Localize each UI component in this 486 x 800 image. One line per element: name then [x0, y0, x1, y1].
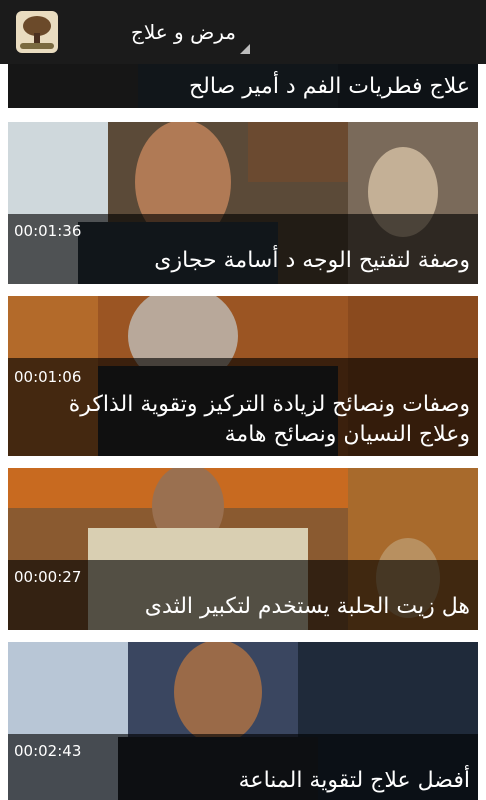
video-title: وصفات ونصائح لزيادة التركيز وتقوية الذاك… [68, 392, 470, 447]
video-title: هل زيت الحلبة يستخدم لتكبير الثدى [144, 594, 470, 619]
video-title: أفضل علاج لتقوية المناعة [238, 768, 470, 793]
video-duration: 00:01:36 [14, 222, 82, 240]
ground-shape [20, 43, 54, 49]
video-list[interactable]: علاج فطريات الفم د أمير صالح 00:01:36 وص… [0, 64, 486, 800]
video-card[interactable]: 00:01:36 وصفة لتفتيح الوجه د أسامة حجازى [8, 122, 478, 284]
video-duration: 00:00:27 [14, 568, 82, 586]
video-duration: 00:02:43 [14, 742, 82, 760]
video-title: وصفة لتفتيح الوجه د أسامة حجازى [154, 248, 470, 273]
video-title: علاج فطريات الفم د أمير صالح [188, 74, 470, 99]
video-card[interactable]: 00:02:43 أفضل علاج لتقوية المناعة [8, 642, 478, 800]
dropdown-indicator-icon[interactable] [240, 44, 250, 54]
video-card[interactable]: 00:00:27 هل زيت الحلبة يستخدم لتكبير الث… [8, 468, 478, 630]
action-bar: مرض و علاج [0, 0, 486, 64]
video-card[interactable]: 00:01:06 وصفات ونصائح لزيادة التركيز وتق… [8, 296, 478, 456]
video-duration: 00:01:06 [14, 368, 82, 386]
app-logo-icon[interactable] [16, 11, 58, 53]
app-title[interactable]: مرض و علاج [76, 20, 236, 44]
video-card[interactable]: علاج فطريات الفم د أمير صالح [8, 64, 478, 108]
